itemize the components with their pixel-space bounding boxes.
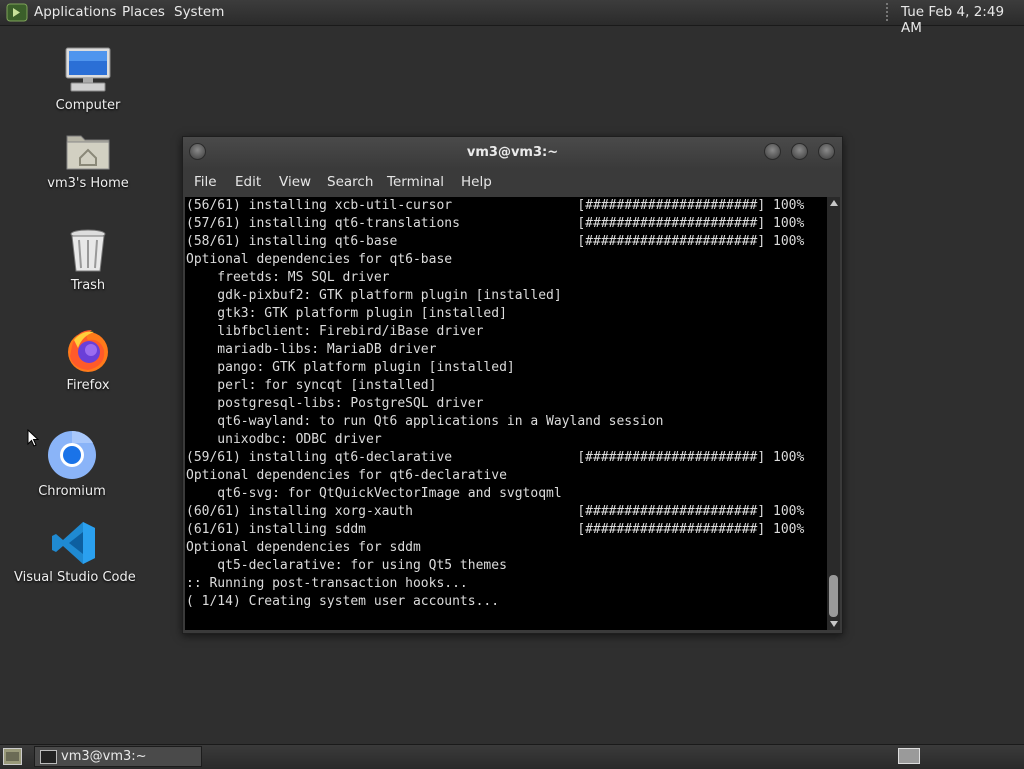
desktop-icon-label: Firefox [66, 378, 110, 393]
desktop-icon-label: Chromium [38, 484, 106, 499]
terminal-text: (56/61) installing xcb-util-cursor [####… [185, 197, 827, 611]
desktop-icon-label: Visual Studio Code [14, 570, 136, 585]
menu-edit[interactable]: Edit [235, 174, 261, 190]
terminal-line: gtk3: GTK platform plugin [installed] [186, 306, 507, 321]
desktop-icon-firefox[interactable]: Firefox [48, 326, 128, 393]
workspace-switcher[interactable] [898, 748, 920, 764]
terminal-line: libfbclient: Firebird/iBase driver [186, 324, 484, 339]
terminal-line: unixodbc: ODBC driver [186, 432, 382, 447]
chromium-icon [48, 430, 96, 479]
menu-file[interactable]: File [194, 174, 217, 190]
terminal-line: pango: GTK platform plugin [installed] [186, 360, 515, 375]
terminal-line: (56/61) installing xcb-util-cursor [####… [186, 198, 805, 213]
applications-menu[interactable]: Applications [34, 4, 116, 20]
menu-terminal[interactable]: Terminal [387, 174, 444, 190]
bottom-panel: vm3@vm3:~ [0, 744, 1024, 769]
desktop-icon-label: Computer [55, 98, 121, 113]
terminal-line: qt5-declarative: for using Qt5 themes [186, 558, 507, 573]
minimize-button[interactable] [764, 143, 781, 160]
terminal-icon [40, 750, 57, 764]
system-menu[interactable]: System [174, 4, 224, 20]
terminal-line: (57/61) installing qt6-translations [###… [186, 216, 805, 231]
computer-icon [65, 47, 111, 92]
clock[interactable]: Tue Feb 4, 2:49 AM [901, 4, 1024, 36]
show-desktop-icon[interactable] [3, 748, 22, 765]
top-panel: Applications Places System Tue Feb 4, 2:… [0, 0, 1024, 36]
scroll-up-icon[interactable] [830, 200, 838, 206]
terminal-line: qt6-wayland: to run Qt6 applications in … [186, 414, 664, 429]
menu-view[interactable]: View [279, 174, 311, 190]
desktop-icon-label: vm3's Home [47, 176, 129, 191]
scrollbar-thumb[interactable] [829, 575, 838, 617]
maximize-button[interactable] [791, 143, 808, 160]
window-titlebar[interactable]: vm3@vm3:~ [183, 137, 842, 169]
terminal-line: freetds: MS SQL driver [186, 270, 390, 285]
panel-separator [886, 3, 888, 22]
mouse-cursor-icon [27, 429, 39, 447]
terminal-line: ( 1/14) Creating system user accounts... [186, 594, 500, 609]
terminal-line: gdk-pixbuf2: GTK platform plugin [instal… [186, 288, 562, 303]
firefox-icon [68, 330, 108, 372]
terminal-line: (60/61) installing xorg-xauth [#########… [186, 504, 805, 519]
taskbar-label: vm3@vm3:~ [61, 749, 147, 764]
terminal-line: qt6-svg: for QtQuickVectorImage and svgt… [186, 486, 562, 501]
home-folder-icon [66, 135, 110, 170]
terminal-line: (58/61) installing qt6-base [###########… [186, 234, 805, 249]
terminal-line: perl: for syncqt [installed] [186, 378, 437, 393]
desktop-icon-trash[interactable]: Trash [48, 228, 128, 293]
taskbar-terminal-button[interactable]: vm3@vm3:~ [34, 746, 202, 767]
desktop-icon-vscode[interactable]: Visual Studio Code [14, 520, 136, 585]
terminal-scrollbar[interactable] [827, 197, 840, 630]
terminal-line: (59/61) installing qt6-declarative [####… [186, 450, 805, 465]
scroll-down-icon[interactable] [830, 621, 838, 627]
vscode-icon [52, 522, 95, 564]
terminal-menubar: File Edit View Search Terminal Help [183, 169, 842, 197]
terminal-line: Optional dependencies for qt6-base [186, 252, 453, 267]
trash-icon [70, 229, 106, 272]
terminal-line: Optional dependencies for qt6-declarativ… [186, 468, 507, 483]
places-menu[interactable]: Places [122, 4, 165, 20]
desktop-icon-label: Trash [70, 278, 106, 293]
close-button[interactable] [818, 143, 835, 160]
terminal-line: Optional dependencies for sddm [186, 540, 421, 555]
desktop-icon-home[interactable]: vm3's Home [43, 128, 133, 191]
terminal-line: :: Running post-transaction hooks... [186, 576, 468, 591]
menu-search[interactable]: Search [327, 174, 373, 190]
desktop-icon-chromium[interactable]: Chromium [32, 430, 112, 499]
menu-help[interactable]: Help [461, 174, 492, 190]
terminal-line: (61/61) installing sddm [###############… [186, 522, 805, 537]
terminal-line: postgresql-libs: PostgreSQL driver [186, 396, 484, 411]
window-title: vm3@vm3:~ [466, 145, 559, 160]
terminal-output[interactable]: (56/61) installing xcb-util-cursor [####… [185, 197, 827, 630]
desktop-icon-computer[interactable]: Computer [48, 46, 128, 113]
applications-logo-icon[interactable] [6, 3, 28, 22]
terminal-line: mariadb-libs: MariaDB driver [186, 342, 437, 357]
terminal-window[interactable]: vm3@vm3:~ File Edit View Search Terminal… [182, 136, 843, 634]
